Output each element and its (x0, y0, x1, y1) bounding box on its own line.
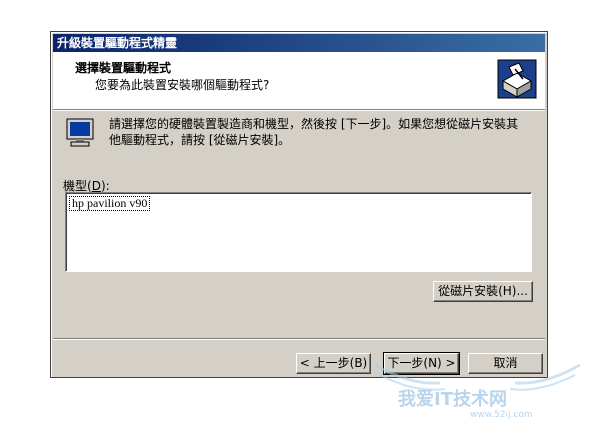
watermark-text: 我爱IT技术网 (398, 389, 507, 410)
window-title: 升級裝置驅動程式精靈 (53, 34, 545, 52)
header-divider (53, 109, 545, 111)
monitor-icon (66, 118, 94, 147)
hardware-wizard-icon (497, 59, 537, 99)
header-subtitle: 您要為此裝置安裝哪個驅動程式? (95, 78, 270, 92)
wizard-header: 選擇裝置驅動程式 您要為此裝置安裝哪個驅動程式? (53, 52, 545, 109)
site-watermark: 我爱IT技术网 www.52ij.com (370, 355, 585, 425)
back-button[interactable]: < 上一步(B) (296, 353, 371, 374)
model-listbox[interactable]: hp pavilion v90 (65, 192, 532, 272)
instruction-text: 請選擇您的硬體裝置製造商和機型，然後按 [下一步]。如果您想從磁片安裝其他驅動程… (109, 117, 519, 147)
header-title: 選擇裝置驅動程式 (75, 61, 172, 75)
watermark-url: www.52ij.com (470, 410, 533, 420)
have-disk-button[interactable]: 從磁片安裝(H)... (433, 281, 533, 302)
footer-divider (53, 338, 545, 340)
upgrade-driver-wizard-dialog: 升級裝置驅動程式精靈 選擇裝置驅動程式 您要為此裝置安裝哪個驅動程式? 請選擇您… (50, 31, 548, 378)
list-item[interactable]: hp pavilion v90 (69, 196, 151, 211)
